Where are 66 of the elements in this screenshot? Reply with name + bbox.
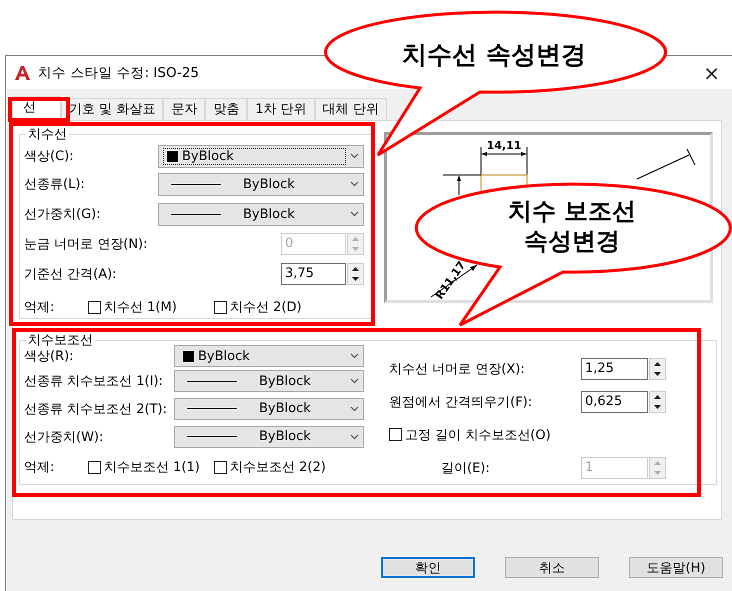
- checkbox-label[interactable]: 치수선 2(D): [230, 298, 302, 316]
- field-label: 기준선 간격(A):: [24, 266, 118, 283]
- dropdown[interactable]: ByBlock: [158, 144, 364, 168]
- field-label: 선종류 치수보조선 2(T):: [24, 400, 168, 418]
- tab[interactable]: 맞춤: [205, 98, 248, 120]
- group-title: 치수보조선: [27, 332, 94, 349]
- checkbox[interactable]: [88, 300, 101, 314]
- dropdown[interactable]: ByBlock: [174, 426, 364, 448]
- chevron-down-icon: [350, 406, 359, 412]
- dropdown[interactable]: ByBlock: [158, 202, 364, 226]
- number-field[interactable]: 1,25: [581, 358, 648, 380]
- field-label: 선종류(L):: [24, 176, 86, 193]
- group-title: 치수선: [27, 126, 68, 143]
- dimension-label: 14,11: [486, 139, 522, 152]
- tab[interactable]: 문자: [163, 98, 206, 120]
- chevron-down-icon: [350, 211, 359, 217]
- number-field[interactable]: 3,75: [281, 263, 346, 285]
- spin-button[interactable]: [649, 358, 666, 380]
- close-button[interactable]: ×: [703, 62, 720, 82]
- chevron-down-icon: [350, 378, 359, 384]
- chevron-down-icon: [350, 153, 359, 159]
- checkbox-label[interactable]: 고정 길이 치수보조선(O): [405, 426, 551, 444]
- field-label: 원점에서 간격띄우기(F):: [389, 394, 534, 411]
- callout-text: 치수 보조선: [508, 197, 636, 225]
- checkbox[interactable]: [389, 428, 402, 442]
- spin-button[interactable]: [649, 390, 666, 413]
- line-sample-icon: [187, 380, 237, 382]
- dialog-button[interactable]: 확인: [381, 557, 475, 578]
- chevron-down-icon: [350, 181, 359, 187]
- line-sample-icon: [187, 436, 237, 438]
- number-field[interactable]: 0,625: [581, 390, 648, 413]
- dropdown[interactable]: ByBlock: [174, 370, 364, 392]
- spin-button[interactable]: [347, 263, 364, 285]
- dropdown[interactable]: ByBlock: [174, 398, 364, 420]
- chevron-down-icon: [350, 434, 359, 440]
- dropdown[interactable]: ByBlock: [174, 345, 364, 368]
- tab[interactable]: 대체 단위: [314, 98, 387, 120]
- field-label: 길이(E):: [441, 460, 491, 477]
- field-label: 색상(R):: [24, 348, 75, 366]
- checkbox[interactable]: [214, 300, 227, 314]
- dropdown[interactable]: ByBlock: [158, 172, 364, 196]
- dialog-button[interactable]: 도움말(H): [629, 557, 723, 578]
- field-label: 선가중치(W):: [24, 428, 104, 446]
- checkbox-label[interactable]: 치수보조선 2(2): [230, 458, 326, 476]
- checkbox[interactable]: [214, 460, 227, 474]
- field-label: 억제:: [24, 299, 56, 316]
- line-sample-icon: [187, 408, 237, 410]
- checkbox[interactable]: [88, 460, 101, 474]
- callout-text: 속성변경: [524, 227, 620, 255]
- callout-text: 치수선 속성변경: [402, 40, 586, 69]
- dialog-button[interactable]: 취소: [505, 557, 599, 578]
- chevron-down-icon: [350, 353, 359, 360]
- checkbox-label[interactable]: 치수보조선 1(1): [104, 458, 200, 476]
- tab[interactable]: 1차 단위: [247, 98, 315, 120]
- color-swatch-icon: [167, 150, 178, 162]
- tab[interactable]: 기호 및 화살표: [61, 98, 164, 120]
- app-logo-icon: [14, 64, 31, 80]
- color-swatch-icon: [183, 350, 194, 362]
- field-label: 색상(C):: [24, 148, 75, 165]
- field-label: 억제:: [24, 459, 56, 476]
- window-title: 치수 스타일 수정: ISO-25: [38, 64, 200, 82]
- field-label: 선종류 치수보조선 1(I):: [24, 373, 164, 390]
- field-label: 눈금 너머로 연장(N):: [24, 236, 149, 253]
- checkbox-label[interactable]: 치수선 1(M): [104, 298, 177, 316]
- field-label: 선가중치(G):: [24, 206, 102, 223]
- field-label: 치수선 너머로 연장(X):: [389, 361, 526, 378]
